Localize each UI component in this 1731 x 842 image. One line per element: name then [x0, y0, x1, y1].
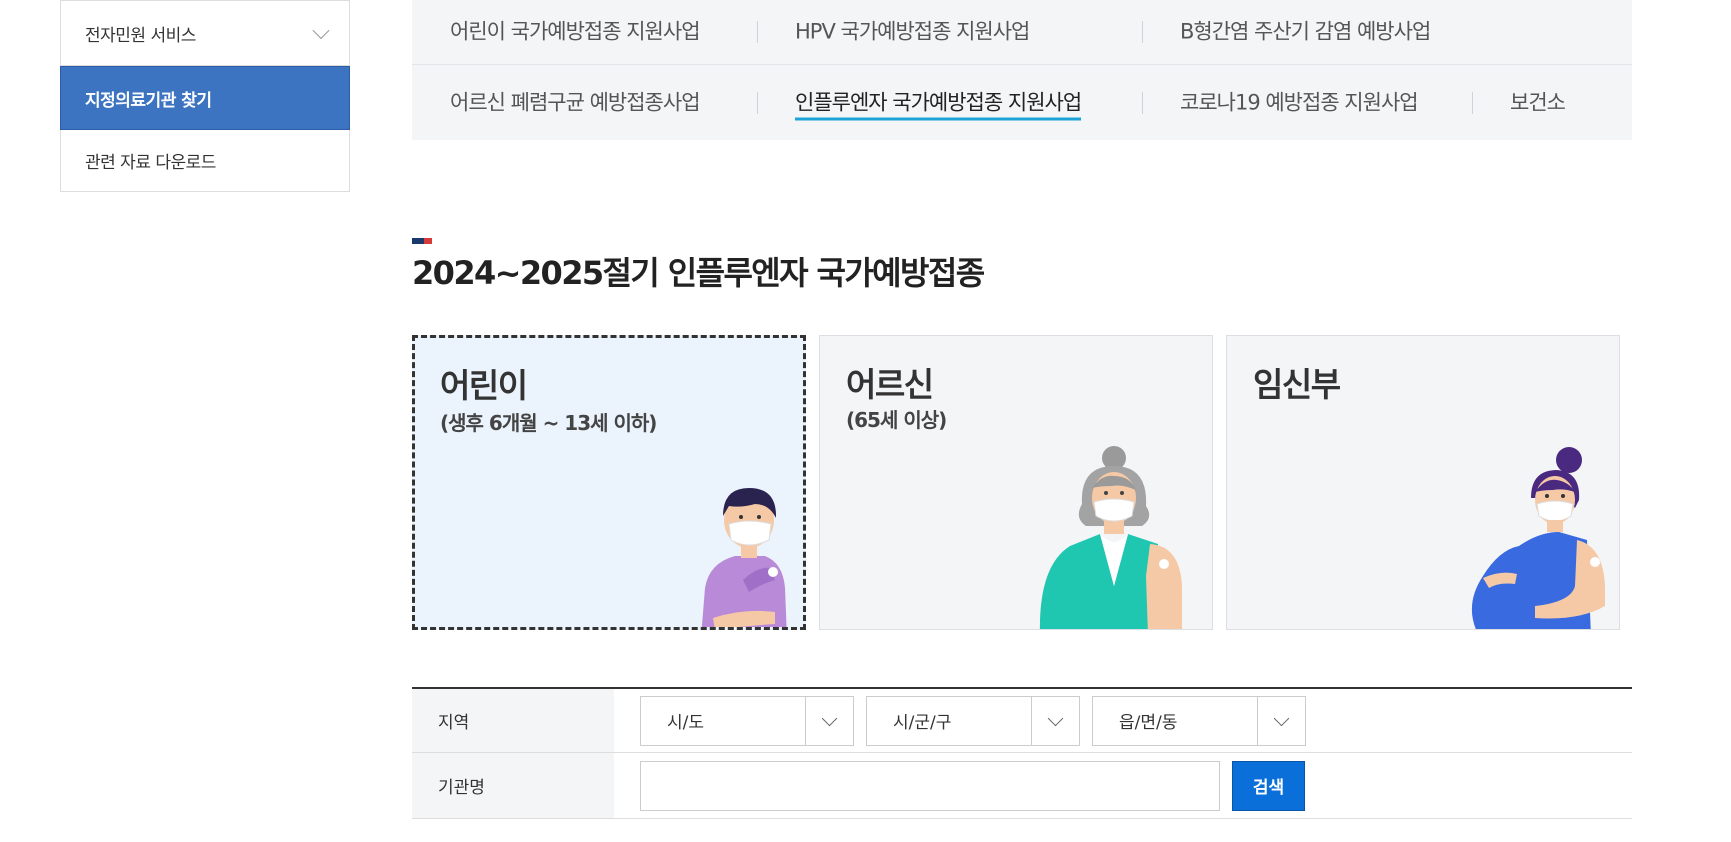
- search-form: 지역 시/도 시/군/구 읍/면/동 기관명 검색: [412, 687, 1632, 819]
- eupmyeondong-select[interactable]: 읍/면/동: [1092, 695, 1306, 746]
- search-button[interactable]: 검색: [1232, 760, 1305, 811]
- program-tabs: 어린이 국가예방접종 지원사업 HPV 국가예방접종 지원사업 B형간염 주산기…: [412, 0, 1632, 140]
- card-senior[interactable]: 어르신 (65세 이상): [819, 335, 1213, 630]
- tab-separator: [1472, 91, 1473, 114]
- card-child[interactable]: 어린이 (생후 6개월 ~ 13세 이하): [412, 335, 806, 630]
- tab-hepatitis-b[interactable]: B형간염 주산기 감염 예방사업: [1180, 16, 1431, 46]
- senior-vaccination-illustration: [1039, 446, 1182, 629]
- sidebar-item-label: 관련 자료 다운로드: [85, 153, 216, 173]
- sidebar-item-e-civil-service[interactable]: 전자민원 서비스: [60, 0, 350, 66]
- tab-separator: [1142, 91, 1143, 114]
- chevron-down-icon: [1257, 696, 1305, 745]
- child-vaccination-illustration: [701, 488, 787, 627]
- sidebar-menu: 전자민원 서비스 지정의료기관 찾기 관련 자료 다운로드: [60, 0, 350, 192]
- tab-senior-pneumococcal[interactable]: 어르신 폐렴구균 예방접종사업: [450, 86, 701, 116]
- region-label: 지역: [412, 689, 614, 752]
- sidebar-item-label: 지정의료기관 찾기: [85, 90, 212, 111]
- tab-separator: [757, 21, 758, 43]
- pregnant-vaccination-illustration: [1471, 447, 1605, 629]
- tab-covid19[interactable]: 코로나19 예방접종 지원사업: [1180, 86, 1419, 116]
- tab-separator: [1142, 21, 1143, 43]
- title-accent-mark: [412, 229, 432, 244]
- org-name-input[interactable]: [640, 760, 1220, 811]
- tab-row: 어르신 폐렴구균 예방접종사업 인플루엔자 국가예방접종 지원사업 코로나19 …: [412, 65, 1632, 140]
- chevron-down-icon: [1031, 696, 1079, 745]
- tab-child-vaccination[interactable]: 어린이 국가예방접종 지원사업: [450, 16, 701, 46]
- card-pregnant[interactable]: 임신부: [1226, 335, 1620, 630]
- tab-hpv-vaccination[interactable]: HPV 국가예방접종 지원사업: [795, 16, 1030, 46]
- card-subtitle: (생후 6개월 ~ 13세 이하): [440, 411, 657, 435]
- card-subtitle: (65세 이상): [846, 408, 947, 432]
- select-value: 시/도: [667, 713, 705, 733]
- card-title: 어르신: [846, 365, 934, 404]
- select-value: 시/군/구: [893, 713, 952, 733]
- chevron-down-icon: [805, 696, 853, 745]
- select-value: 읍/면/동: [1119, 713, 1178, 733]
- sigungu-select[interactable]: 시/군/구: [866, 695, 1080, 746]
- card-title: 어린이: [440, 366, 528, 405]
- sidebar-item-label: 전자민원 서비스: [85, 25, 196, 46]
- tab-separator: [757, 91, 758, 114]
- sidebar-item-downloads[interactable]: 관련 자료 다운로드: [60, 130, 350, 192]
- tab-influenza[interactable]: 인플루엔자 국가예방접종 지원사업: [795, 86, 1082, 120]
- search-row-org: 기관명 검색: [412, 753, 1632, 819]
- page-title: 2024~2025절기 인플루엔자 국가예방접종: [412, 254, 985, 292]
- search-row-region: 지역 시/도 시/군/구 읍/면/동: [412, 689, 1632, 753]
- chevron-down-icon: [312, 22, 330, 40]
- org-name-cell: 검색: [614, 753, 1632, 818]
- region-selects: 시/도 시/군/구 읍/면/동: [614, 689, 1632, 752]
- org-name-label: 기관명: [412, 753, 614, 818]
- sido-select[interactable]: 시/도: [640, 695, 854, 746]
- tab-row: 어린이 국가예방접종 지원사업 HPV 국가예방접종 지원사업 B형간염 주산기…: [412, 0, 1632, 65]
- sidebar-item-find-designated-clinic[interactable]: 지정의료기관 찾기: [60, 66, 350, 130]
- card-title: 임신부: [1253, 365, 1341, 404]
- tab-health-center[interactable]: 보건소: [1510, 86, 1566, 116]
